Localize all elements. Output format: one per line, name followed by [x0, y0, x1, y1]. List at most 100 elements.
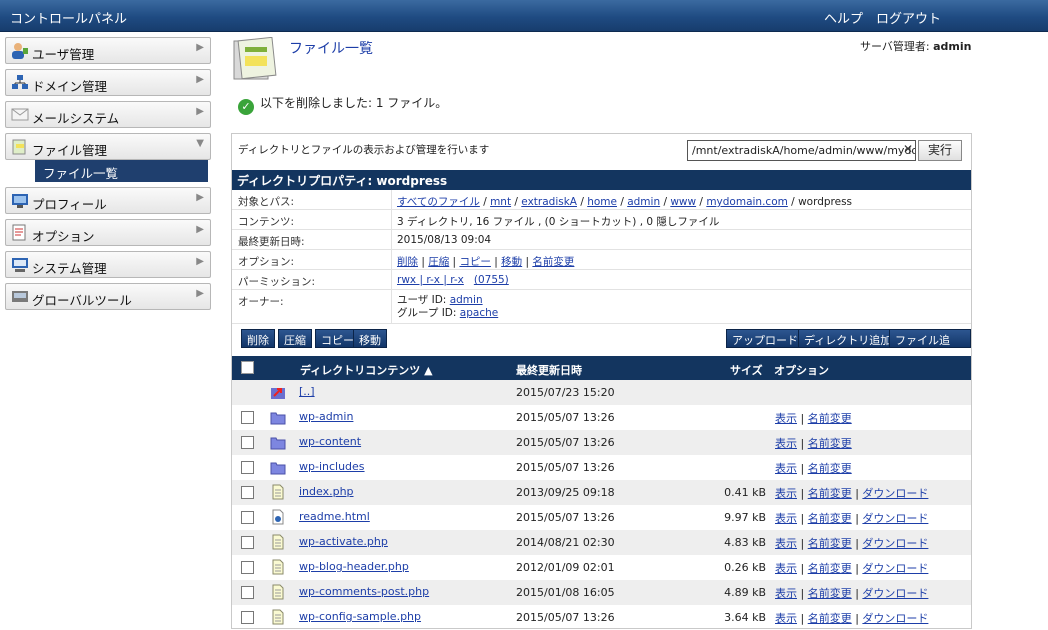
path-link[interactable]: home	[587, 196, 617, 208]
move-button[interactable]: 移動	[353, 329, 387, 348]
download-link[interactable]: ダウンロード	[862, 487, 928, 500]
prop-key: パーミッション:	[238, 276, 316, 288]
view-link[interactable]: 表示	[775, 412, 797, 425]
table-row: [..] 2015/07/23 15:20	[232, 380, 971, 405]
run-button[interactable]: 実行	[918, 140, 962, 161]
file-name-link[interactable]: readme.html	[299, 510, 370, 523]
help-link[interactable]: ヘルプ	[824, 8, 863, 27]
file-name-link[interactable]: wp-blog-header.php	[299, 560, 409, 573]
sidebar-item[interactable]: グローバルツール ▶	[5, 283, 211, 310]
sidebar: ユーザ管理 ▶ ドメイン管理 ▶ メールシステム ▶ ファイル管理 ▼ ファイル一覧プロフィール…	[5, 37, 211, 315]
file-name-link[interactable]: wp-admin	[299, 410, 353, 423]
dir-option-link[interactable]: 名前変更	[532, 256, 574, 268]
view-link[interactable]: 表示	[775, 612, 797, 625]
row-checkbox[interactable]	[241, 436, 254, 449]
view-link[interactable]: 表示	[775, 487, 797, 500]
path-link[interactable]: すべてのファイル	[397, 196, 480, 208]
rename-link[interactable]: 名前変更	[808, 437, 852, 450]
table-row: readme.html 2015/05/07 13:26 9.97 kB 表示 | 名…	[232, 505, 971, 530]
sidebar-item[interactable]: ユーザ管理 ▶	[5, 37, 211, 64]
option-icon	[11, 224, 29, 241]
sidebar-item[interactable]: システム管理 ▶	[5, 251, 211, 278]
download-link[interactable]: ダウンロード	[862, 587, 928, 600]
add-file-button[interactable]: ファイル追加...	[889, 329, 971, 363]
row-checkbox[interactable]	[241, 486, 254, 499]
file-name-link[interactable]: index.php	[299, 485, 354, 498]
dir-option-link[interactable]: 圧縮	[428, 256, 449, 268]
col-date-header[interactable]: 最終更新日時	[516, 362, 582, 378]
view-link[interactable]: 表示	[775, 562, 797, 575]
path-link[interactable]: admin	[627, 196, 660, 208]
owner-user-label: ユーザ ID:	[397, 294, 447, 306]
rename-link[interactable]: 名前変更	[808, 487, 852, 500]
delete-button[interactable]: 削除	[241, 329, 275, 348]
dir-option-link[interactable]: 移動	[501, 256, 522, 268]
row-checkbox[interactable]	[241, 411, 254, 424]
row-options: 表示 | 名前変更 | ダウンロード	[775, 587, 929, 600]
path-link[interactable]: mnt	[490, 196, 511, 208]
sort-up-icon[interactable]: ▲	[424, 364, 432, 377]
path-link[interactable]: mydomain.com	[706, 196, 788, 208]
col-name-header[interactable]: ディレクトリコンテンツ ▲	[300, 362, 433, 378]
file-name-link[interactable]: [..]	[299, 385, 315, 398]
view-link[interactable]: 表示	[775, 587, 797, 600]
file-name-link[interactable]: wp-comments-post.php	[299, 585, 429, 598]
download-link[interactable]: ダウンロード	[862, 537, 928, 550]
dir-option-link[interactable]: コピー	[459, 256, 491, 268]
permission-link[interactable]: rwx | r-x | r-x	[397, 274, 464, 286]
select-all-checkbox[interactable]	[241, 361, 254, 374]
download-link[interactable]: ダウンロード	[862, 562, 928, 575]
row-checkbox[interactable]	[241, 461, 254, 474]
view-link[interactable]: 表示	[775, 512, 797, 525]
permission-value: rwx | r-x | r-x (0755)	[397, 274, 509, 286]
permission-octal-link[interactable]: (0755)	[474, 274, 509, 286]
sidebar-item-label: システム管理	[32, 261, 107, 276]
file-name-link[interactable]: wp-includes	[299, 460, 365, 473]
rename-link[interactable]: 名前変更	[808, 562, 852, 575]
row-checkbox[interactable]	[241, 586, 254, 599]
table-row: wp-blog-header.php 2012/01/09 02:01 0.26 k…	[232, 555, 971, 580]
rename-link[interactable]: 名前変更	[808, 612, 852, 625]
rename-link[interactable]: 名前変更	[808, 587, 852, 600]
view-link[interactable]: 表示	[775, 537, 797, 550]
path-link[interactable]: www	[670, 196, 696, 208]
rename-link[interactable]: 名前変更	[808, 462, 852, 475]
compress-button[interactable]: 圧縮	[278, 329, 312, 348]
row-checkbox[interactable]	[241, 511, 254, 524]
path-input[interactable]: /mnt/extradiskA/home/admin/www/mydom	[687, 140, 916, 161]
view-link[interactable]: 表示	[775, 462, 797, 475]
download-link[interactable]: ダウンロード	[862, 612, 928, 625]
owner-user-link[interactable]: admin	[450, 294, 483, 306]
owner-group-link[interactable]: apache	[460, 307, 498, 319]
admin-name: admin	[933, 40, 972, 53]
file-date: 2015/05/07 13:26	[516, 611, 615, 624]
html-file-icon	[270, 509, 286, 525]
sidebar-item[interactable]: メールシステム ▶	[5, 101, 211, 128]
sidebar-item[interactable]: ドメイン管理 ▶	[5, 69, 211, 96]
sidebar-item[interactable]: プロフィール ▶	[5, 187, 211, 214]
col-size-header[interactable]: サイズ	[730, 362, 763, 378]
logout-link[interactable]: ログアウト	[876, 8, 941, 27]
path-current: wordpress	[798, 196, 853, 208]
clear-icon[interactable]: ✕	[903, 142, 913, 156]
download-link[interactable]: ダウンロード	[862, 512, 928, 525]
row-checkbox[interactable]	[241, 611, 254, 624]
sidebar-subitem-file-list[interactable]: ファイル一覧	[35, 160, 208, 182]
row-checkbox[interactable]	[241, 561, 254, 574]
file-date: 2015/07/23 15:20	[516, 386, 615, 399]
parent-folder-icon	[270, 384, 286, 400]
dir-option-link[interactable]: 削除	[397, 256, 418, 268]
path-link[interactable]: extradiskA	[521, 196, 577, 208]
row-checkbox[interactable]	[241, 536, 254, 549]
file-name-link[interactable]: wp-content	[299, 435, 361, 448]
view-link[interactable]: 表示	[775, 437, 797, 450]
sidebar-item-label: ユーザ管理	[32, 47, 95, 62]
file-name-link[interactable]: wp-activate.php	[299, 535, 388, 548]
prop-row-contents: コンテンツ: 3 ディレクトリ, 16 ファイル , (0 ショートカット) ,…	[232, 210, 971, 230]
rename-link[interactable]: 名前変更	[808, 412, 852, 425]
file-name-link[interactable]: wp-config-sample.php	[299, 610, 421, 623]
sidebar-item[interactable]: ファイル管理 ▼	[5, 133, 211, 160]
sidebar-item[interactable]: オプション ▶	[5, 219, 211, 246]
rename-link[interactable]: 名前変更	[808, 537, 852, 550]
rename-link[interactable]: 名前変更	[808, 512, 852, 525]
